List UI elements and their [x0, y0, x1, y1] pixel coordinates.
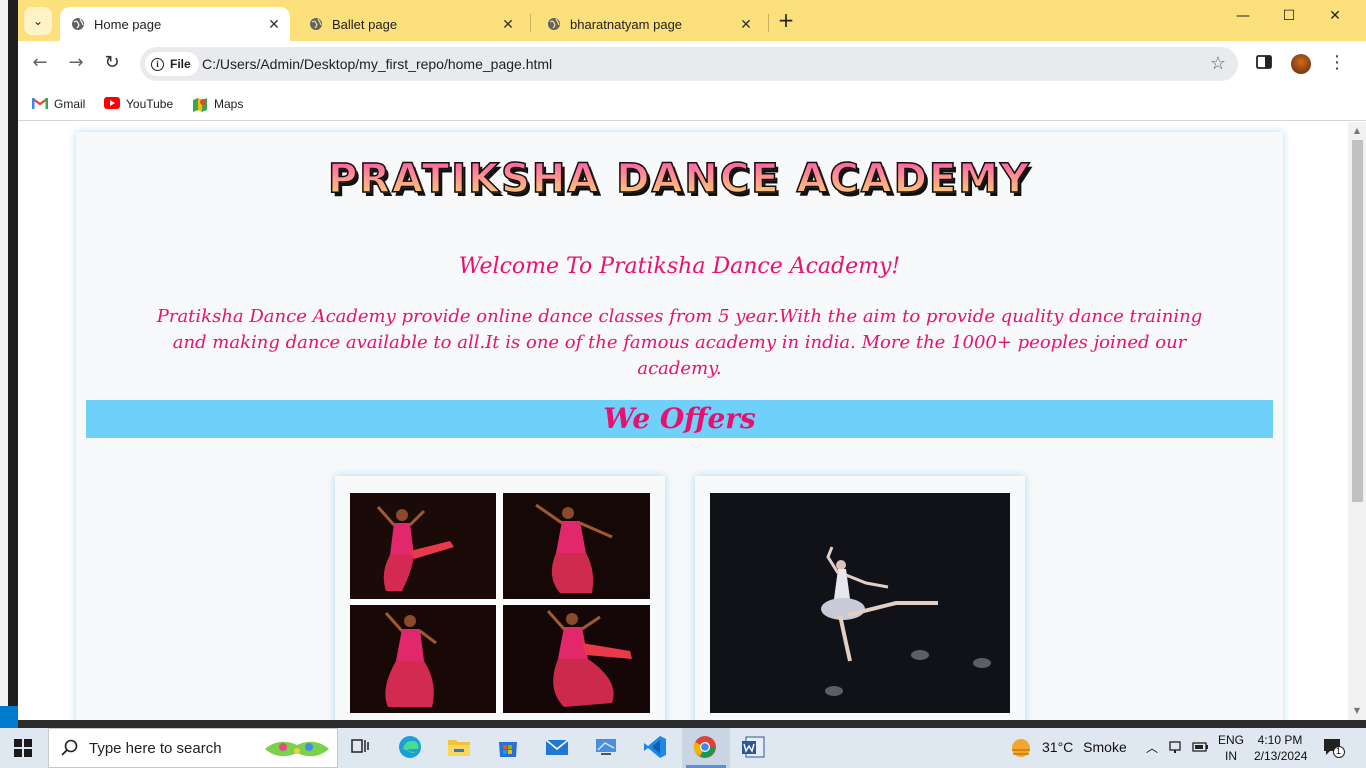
- globe-icon: [308, 16, 324, 32]
- tab-title: bharatnatyam page: [570, 16, 683, 32]
- bookmark-youtube[interactable]: YouTube: [104, 94, 173, 114]
- minimize-button[interactable]: —: [1220, 8, 1266, 32]
- tab-title: Home page: [94, 16, 162, 32]
- editor-status-bar: [0, 706, 18, 728]
- chrome-icon[interactable]: [692, 734, 720, 762]
- arrow-left-icon: ←: [32, 52, 48, 73]
- bookmark-label: Maps: [214, 97, 244, 111]
- bookmark-star-icon[interactable]: ☆: [1210, 53, 1226, 74]
- page-viewport: PRATIKSHA DANCE ACADEMY PRATIKSHA DANCE …: [18, 122, 1348, 720]
- scrollbar-thumb[interactable]: [1352, 140, 1363, 502]
- scroll-down-arrow-icon[interactable]: ▼: [1352, 706, 1362, 715]
- vertical-scrollbar[interactable]: ▲ ▼: [1348, 122, 1366, 720]
- maps-icon: [192, 97, 208, 112]
- notification-count: 1: [1336, 746, 1342, 756]
- search-placeholder: Type here to search: [89, 740, 222, 757]
- vscode-icon[interactable]: [642, 734, 670, 762]
- language-line2: IN: [1225, 749, 1237, 763]
- tab-separator: [530, 14, 531, 32]
- remote-desktop-icon[interactable]: [593, 734, 621, 762]
- windows-start-icon[interactable]: [14, 739, 32, 757]
- globe-icon: [70, 16, 86, 32]
- windows-taskbar: Type here to search 31°C Smoke ︿ ENG IN …: [0, 728, 1366, 768]
- arrow-right-icon: →: [68, 52, 84, 73]
- bharatnatyam-image[interactable]: [350, 493, 650, 713]
- academy-logo: PRATIKSHA DANCE ACADEMY: [76, 155, 1283, 203]
- more-menu-icon[interactable]: ⋮: [1328, 53, 1346, 73]
- task-view-icon[interactable]: [348, 734, 376, 762]
- browser-toolbar: ← → ↻ i File C:/Users/Admin/Desktop/my_f…: [18, 41, 1366, 87]
- bookmark-label: YouTube: [126, 97, 174, 111]
- tab-strip: ⌄ Home page ✕ Ballet page ✕ bharatnatyam…: [18, 0, 1366, 41]
- file-explorer-icon[interactable]: [446, 734, 474, 762]
- side-panel-icon[interactable]: [1255, 53, 1277, 75]
- site-info-chip[interactable]: i File: [145, 52, 199, 76]
- background-editor-window: [0, 0, 18, 728]
- clock-time: 4:10 PM: [1257, 733, 1303, 747]
- site-info-label: File: [170, 57, 191, 71]
- intro-paragraph: Pratiksha Dance Academy provide online d…: [156, 306, 1203, 379]
- show-hidden-icons-chevron-icon[interactable]: ︿: [1146, 739, 1158, 756]
- plus-icon: +: [777, 8, 795, 32]
- close-tab-icon[interactable]: ✕: [498, 16, 518, 33]
- offer-card-bharatnatyam[interactable]: [335, 476, 665, 720]
- offer-card-ballet[interactable]: [695, 476, 1025, 720]
- close-tab-icon[interactable]: ✕: [264, 16, 284, 33]
- search-highlight-icon: [259, 735, 335, 767]
- offers-heading: We Offers: [86, 400, 1273, 438]
- bookmarks-bar: Gmail YouTube Maps: [18, 87, 1366, 121]
- browser-window: ⌄ Home page ✕ Ballet page ✕ bharatnatyam…: [18, 0, 1366, 720]
- ballet-image[interactable]: [710, 493, 1010, 713]
- info-icon: i: [151, 57, 164, 71]
- taskbar-search-box[interactable]: Type here to search: [48, 728, 338, 768]
- welcome-heading: Welcome To Pratiksha Dance Academy!: [458, 254, 901, 279]
- bookmark-gmail[interactable]: Gmail: [32, 94, 85, 114]
- weather-condition: Smoke: [1083, 739, 1127, 755]
- back-button[interactable]: ←: [28, 52, 52, 76]
- globe-icon: [546, 16, 562, 32]
- word-icon[interactable]: [740, 734, 768, 762]
- profile-avatar[interactable]: [1291, 54, 1311, 74]
- network-icon[interactable]: [1168, 739, 1184, 758]
- language-indicator[interactable]: ENG IN: [1214, 732, 1248, 764]
- search-icon: [61, 739, 79, 761]
- chevron-down-icon: ⌄: [32, 14, 44, 28]
- weather-widget[interactable]: 31°C Smoke: [1042, 739, 1127, 755]
- weather-icon: [1008, 736, 1034, 764]
- new-tab-button[interactable]: +: [774, 10, 798, 32]
- language-line1: ENG: [1217, 733, 1244, 747]
- tab-home-page[interactable]: Home page ✕: [60, 7, 290, 41]
- clock-date: 2/13/2024: [1254, 749, 1308, 763]
- bookmark-maps[interactable]: Maps: [192, 94, 243, 114]
- forward-button[interactable]: →: [64, 52, 88, 76]
- system-clock[interactable]: 4:10 PM 2/13/2024: [1254, 732, 1308, 764]
- reload-button[interactable]: ↻: [100, 52, 124, 76]
- notifications-icon[interactable]: 1: [1322, 737, 1346, 762]
- bookmark-label: Gmail: [54, 97, 86, 111]
- close-window-button[interactable]: ✕: [1312, 8, 1358, 32]
- maximize-button[interactable]: ☐: [1266, 8, 1312, 32]
- mail-icon[interactable]: [544, 734, 572, 762]
- tab-separator: [768, 14, 769, 32]
- weather-temp: 31°C: [1042, 739, 1074, 755]
- tab-title: Ballet page: [332, 16, 398, 32]
- tab-bharatnatyam-page[interactable]: bharatnatyam page ✕: [536, 7, 762, 41]
- battery-icon[interactable]: [1192, 739, 1210, 758]
- address-bar[interactable]: i File C:/Users/Admin/Desktop/my_first_r…: [140, 47, 1238, 81]
- tab-search-button[interactable]: ⌄: [24, 7, 52, 35]
- tab-ballet-page[interactable]: Ballet page ✕: [298, 7, 524, 41]
- microsoft-store-icon[interactable]: [495, 734, 523, 762]
- scroll-up-arrow-icon[interactable]: ▲: [1352, 126, 1362, 135]
- url-text[interactable]: C:/Users/Admin/Desktop/my_first_repo/hom…: [202, 56, 552, 72]
- reload-icon: ↻: [104, 52, 120, 73]
- close-tab-icon[interactable]: ✕: [736, 16, 756, 33]
- gmail-icon: [32, 97, 48, 111]
- main-content-card: PRATIKSHA DANCE ACADEMY PRATIKSHA DANCE …: [76, 132, 1283, 720]
- editor-sidebar-strip: [0, 0, 8, 720]
- youtube-icon: [104, 97, 120, 111]
- edge-browser-icon[interactable]: [397, 734, 425, 762]
